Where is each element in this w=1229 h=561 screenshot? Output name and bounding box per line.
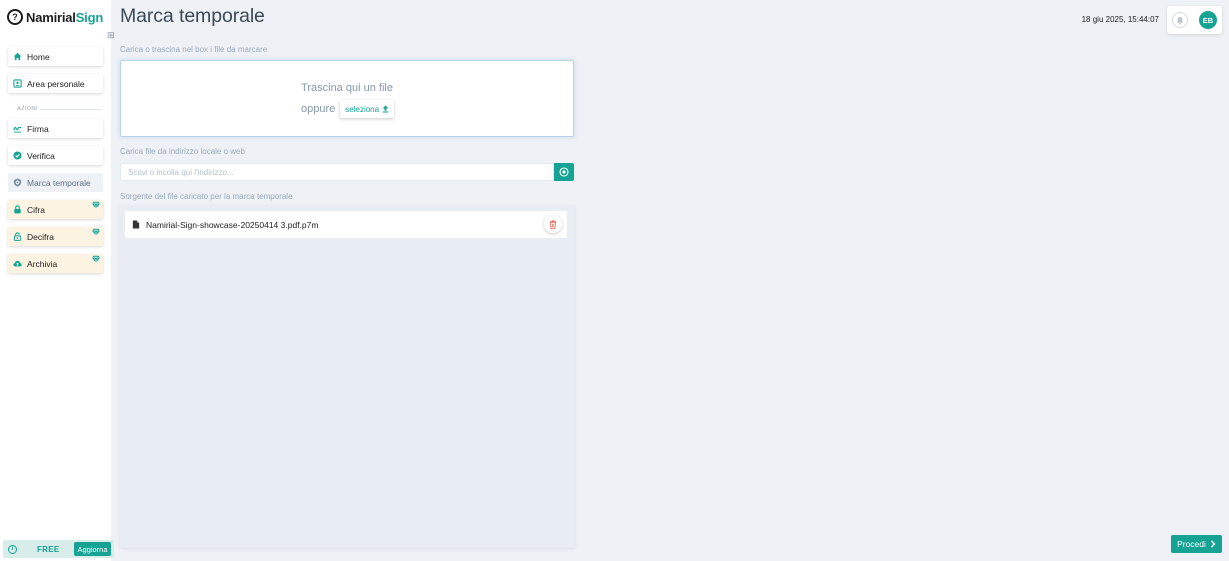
sidebar-item-label: Cifra: [27, 204, 45, 215]
unlock-icon: [13, 232, 22, 241]
sidebar-item-verifica[interactable]: Verifica: [8, 146, 103, 165]
upload-icon: [382, 105, 389, 113]
section-divider: [40, 109, 102, 110]
upgrade-button[interactable]: Aggiorna: [74, 542, 111, 556]
collapse-sidebar-icon[interactable]: ⊞: [107, 30, 115, 41]
notifications-button[interactable]: [1172, 12, 1188, 28]
premium-gem-icon: [92, 228, 100, 236]
url-submit-button[interactable]: [554, 163, 574, 181]
file-icon: [132, 220, 140, 229]
logo[interactable]: ? NamirialSign: [7, 9, 103, 25]
cloud-upload-icon: [13, 259, 22, 268]
info-icon[interactable]: i: [8, 544, 17, 554]
sidebar-item-archivia[interactable]: Archivia: [8, 254, 103, 273]
sidebar-item-label: Archivia: [27, 258, 58, 269]
sidebar-item-label: Marca temporale: [27, 177, 91, 188]
sidebar-item-label: Firma: [27, 123, 49, 134]
dropzone-or: oppure: [301, 103, 336, 115]
url-input[interactable]: [120, 163, 554, 181]
file-dropzone[interactable]: Trascina qui un file oppure seleziona: [120, 60, 574, 137]
sidebar-item-firma[interactable]: Firma: [8, 119, 103, 138]
sidebar-item-cifra[interactable]: Cifra: [8, 200, 103, 219]
bell-icon: [1176, 16, 1184, 25]
sidebar-item-area-personale[interactable]: Area personale: [8, 74, 103, 93]
plan-label: FREE: [37, 544, 60, 554]
sidebar-item-label: Area personale: [27, 78, 85, 89]
url-label: Carica file da indirizzo locale o web: [120, 147, 245, 156]
signature-icon: [13, 124, 22, 133]
section-label-actions: AZIONI: [17, 106, 38, 112]
files-label: Sorgente del file caricato per la marca …: [120, 192, 293, 201]
proceed-button[interactable]: Procedi: [1171, 535, 1222, 553]
file-name: Namirial-Sign-showcase-20250414 3.pdf.p7…: [146, 219, 319, 230]
current-datetime: 18 giu 2025, 15:44:07: [1081, 15, 1159, 24]
premium-gem-icon: [92, 255, 100, 263]
file-item: Namirial-Sign-showcase-20250414 3.pdf.p7…: [125, 211, 567, 238]
proceed-label: Procedi: [1177, 539, 1206, 549]
page-title: Marca temporale: [120, 5, 265, 27]
select-file-label: seleziona: [345, 104, 380, 114]
logo-text: NamirialSign: [26, 9, 104, 25]
sidebar-item-label: Home: [27, 51, 50, 62]
user-card-icon: [13, 79, 22, 88]
select-file-button[interactable]: seleziona: [340, 100, 395, 118]
avatar[interactable]: EB: [1199, 11, 1217, 29]
check-badge-icon: [13, 151, 22, 160]
sidebar-item-home[interactable]: Home: [8, 47, 103, 66]
logo-icon: ?: [7, 9, 23, 25]
sidebar-item-decifra[interactable]: Decifra: [8, 227, 103, 246]
circle-arrow-icon: [559, 167, 569, 177]
dropzone-title: Trascina qui un file: [301, 82, 393, 94]
delete-file-button[interactable]: [544, 215, 562, 233]
sidebar-item-label: Decifra: [27, 231, 54, 242]
sidebar: ? NamirialSign ⊞ Home Area personale AZI…: [0, 0, 115, 561]
chevron-right-icon: [1210, 540, 1216, 548]
sidebar-item-marca-temporale[interactable]: Marca temporale: [8, 173, 103, 192]
files-panel: Namirial-Sign-showcase-20250414 3.pdf.p7…: [120, 205, 575, 548]
sidebar-item-label: Verifica: [27, 150, 55, 161]
trash-icon: [549, 219, 557, 229]
plan-bar: i FREE Aggiorna: [3, 540, 114, 558]
home-icon: [13, 52, 22, 61]
lock-icon: [13, 205, 22, 214]
shield-icon: [13, 178, 22, 187]
dropzone-row: oppure seleziona: [301, 100, 395, 118]
dropzone-label: Carica o trascina nel box i file da marc…: [120, 45, 268, 54]
user-area: EB: [1167, 6, 1222, 34]
premium-gem-icon: [92, 201, 100, 209]
